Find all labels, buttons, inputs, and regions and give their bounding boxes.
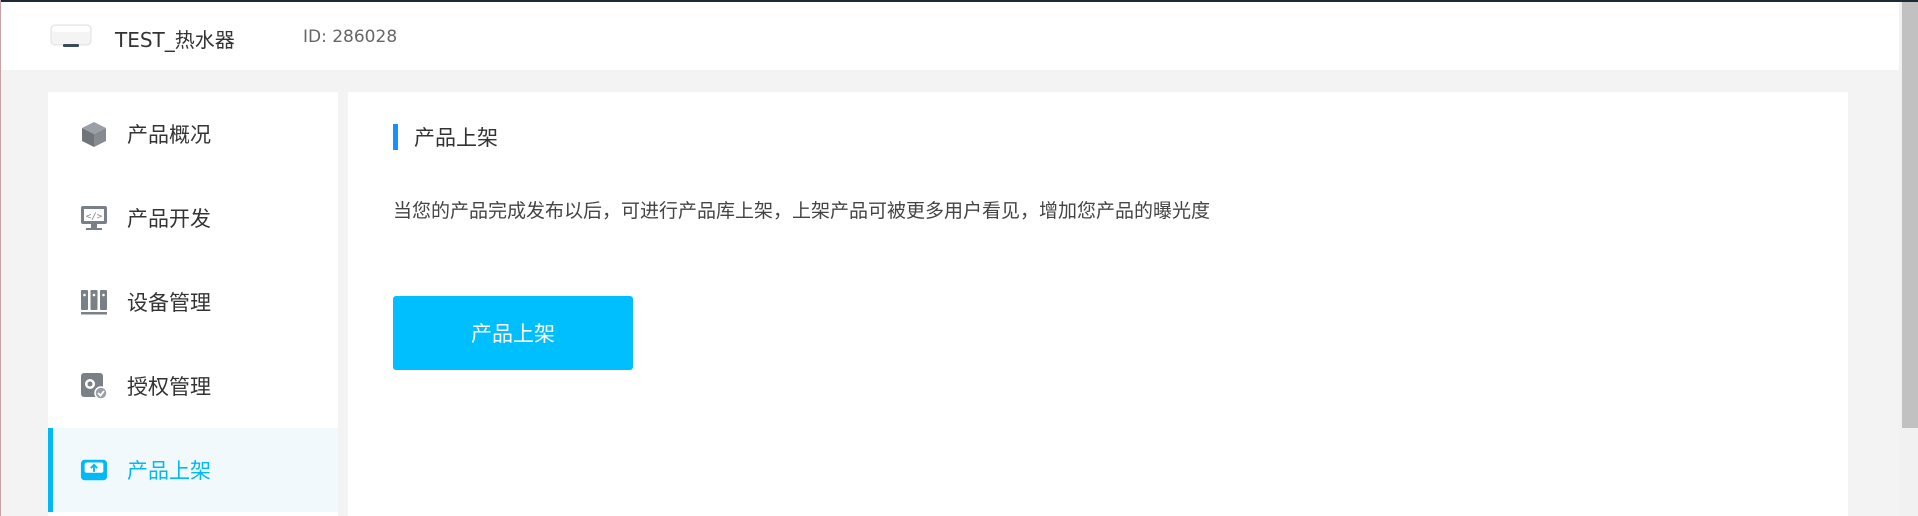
- publish-button[interactable]: 产品上架: [393, 296, 633, 370]
- header: TEST_热水器 ID: 286028: [1, 2, 1899, 70]
- app-root: TEST_热水器 ID: 286028 产品概况 </> 产品开发 设备管理 授…: [0, 0, 1918, 516]
- main-panel: 产品上架 当您的产品完成发布以后，可进行产品库上架，上架产品可被更多用户看见，增…: [348, 92, 1848, 516]
- sidebar-item-development[interactable]: </> 产品开发: [48, 176, 338, 260]
- sidebar-item-label: 产品上架: [127, 459, 211, 483]
- product-name: TEST_热水器: [115, 28, 235, 52]
- section-title: 产品上架: [393, 124, 498, 150]
- water-heater-icon: [50, 22, 92, 50]
- sidebar-item-label: 授权管理: [127, 375, 211, 399]
- scrollbar[interactable]: [1899, 2, 1918, 516]
- scroll-thumb[interactable]: [1902, 2, 1918, 428]
- sidebar-item-publish[interactable]: 产品上架: [48, 428, 338, 512]
- section-title-text: 产品上架: [414, 126, 498, 150]
- devices-icon: [80, 288, 108, 316]
- sidebar-item-label: 设备管理: [127, 291, 211, 315]
- svg-text:</>: </>: [86, 212, 103, 222]
- sidebar-item-devices[interactable]: 设备管理: [48, 260, 338, 344]
- monitor-code-icon: </>: [80, 204, 108, 232]
- cube-icon: [80, 120, 108, 148]
- sidebar-item-label: 产品开发: [127, 207, 211, 231]
- sidebar-item-overview[interactable]: 产品概况: [48, 92, 338, 176]
- license-check-icon: [80, 372, 108, 400]
- active-indicator: [48, 428, 53, 512]
- title-accent-bar: [393, 124, 398, 150]
- inbox-upload-icon: [80, 456, 108, 484]
- product-id: ID: 286028: [303, 27, 398, 47]
- sidebar-item-authorization[interactable]: 授权管理: [48, 344, 338, 428]
- sidebar-item-label: 产品概况: [127, 123, 211, 147]
- publish-description: 当您的产品完成发布以后，可进行产品库上架，上架产品可被更多用户看见，增加您产品的…: [393, 200, 1211, 222]
- sidebar: 产品概况 </> 产品开发 设备管理 授权管理 产品上架: [48, 92, 338, 516]
